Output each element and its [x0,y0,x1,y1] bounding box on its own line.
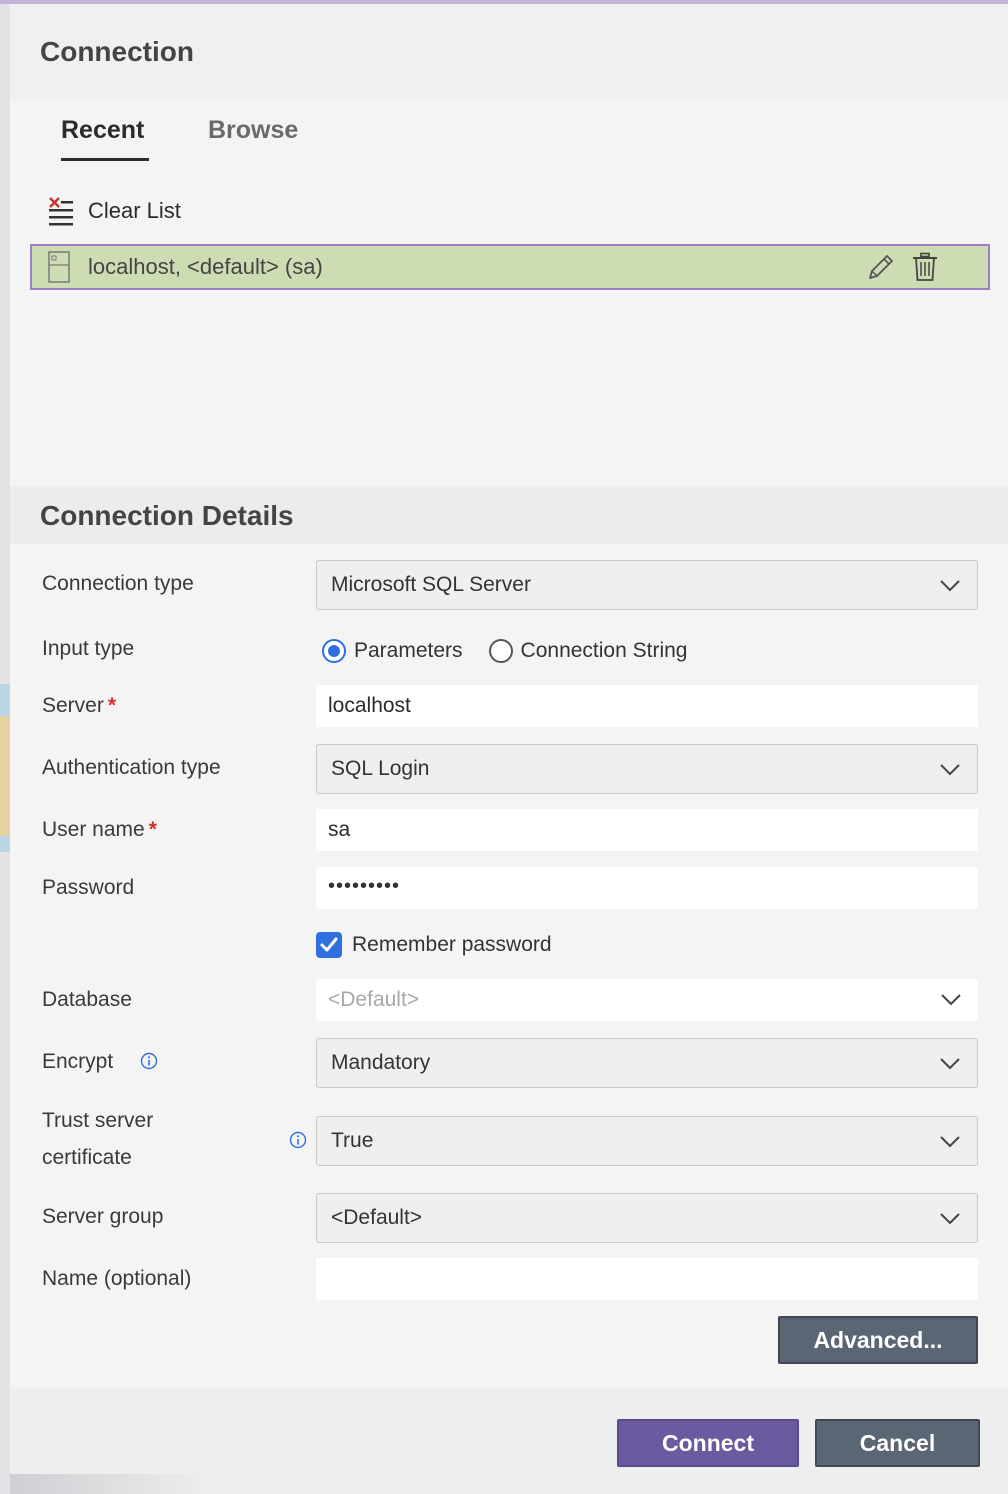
user-name-label-text: User name [42,818,145,841]
input-type-label: Input type [42,637,135,660]
edit-icon[interactable] [866,252,896,282]
radio-parameters[interactable]: Parameters [322,639,463,663]
encrypt-value: Mandatory [331,1051,431,1074]
password-masked-value: ••••••••• [328,875,401,897]
clear-list-label: Clear List [88,198,181,223]
checkmark-icon [320,937,338,952]
connection-type-label: Connection type [42,572,194,595]
info-icon[interactable] [289,1131,307,1149]
server-group-value: <Default> [331,1206,423,1229]
advanced-button[interactable]: Advanced... [778,1316,978,1364]
tab-recent[interactable]: Recent [61,116,144,145]
server-group-select[interactable]: <Default> [316,1193,978,1243]
name-optional-input[interactable] [316,1258,978,1300]
database-combobox[interactable]: <Default> [316,979,978,1021]
info-icon[interactable] [140,1052,158,1070]
chevron-down-icon [940,1058,960,1070]
recent-connection-label: localhost, <default> (sa) [88,254,323,279]
background-decoration [0,716,10,836]
radio-connection-string[interactable]: Connection String [488,639,688,663]
user-name-value: sa [328,818,351,841]
database-placeholder: <Default> [328,988,420,1011]
recent-item-actions [866,252,938,282]
input-type-radio-group: Parameters Connection String [322,636,687,666]
chevron-down-icon [940,1136,960,1148]
tab-browse[interactable]: Browse [208,116,298,145]
trust-server-certificate-select[interactable]: True [316,1116,978,1166]
remember-password-label: Remember password [352,933,552,956]
background-decoration [0,836,10,852]
chevron-down-icon [940,580,960,592]
server-label-text: Server [42,694,104,717]
footer-shade [10,1474,210,1494]
checkbox-checked [316,932,342,958]
clear-list-button[interactable]: Clear List [48,194,181,228]
connect-button[interactable]: Connect [617,1419,799,1467]
encrypt-label: Encrypt [42,1050,114,1073]
trust-server-certificate-value: True [331,1129,374,1152]
chevron-down-icon [940,764,960,776]
clear-list-icon [49,197,73,226]
database-label: Database [42,988,132,1011]
trust-server-certificate-label-line2: certificate [42,1146,132,1169]
server-input[interactable]: localhost [316,685,978,727]
dialog-title: Connection [40,36,194,67]
authentication-type-label: Authentication type [42,756,221,779]
password-label: Password [42,876,135,899]
connection-details-title: Connection Details [40,500,294,531]
cancel-button[interactable]: Cancel [815,1419,980,1467]
radio-circle [488,639,513,663]
radio-circle [322,639,346,663]
active-tab-indicator [61,158,149,161]
connection-dialog: Connection Recent Browse Clear List loca… [10,4,1008,1494]
background-decoration [0,684,10,716]
radio-parameters-label: Parameters [354,639,463,662]
user-name-label: User name * [42,818,157,842]
server-label: Server * [42,694,116,718]
radio-connection-string-label: Connection String [520,639,688,662]
authentication-type-value: SQL Login [331,757,430,780]
server-group-label: Server group [42,1205,164,1228]
required-marker: * [107,694,117,717]
server-icon [48,251,70,283]
authentication-type-select[interactable]: SQL Login [316,744,978,794]
password-input[interactable]: ••••••••• [316,867,978,909]
connection-type-value: Microsoft SQL Server [331,573,531,596]
server-value: localhost [328,694,411,717]
remember-password-checkbox[interactable]: Remember password [316,932,552,958]
recent-connection-item[interactable]: localhost, <default> (sa) [30,244,990,290]
user-name-input[interactable]: sa [316,809,978,851]
name-optional-label: Name (optional) [42,1267,192,1290]
trust-server-certificate-label-line1: Trust server [42,1109,154,1132]
required-marker: * [148,818,157,841]
encrypt-select[interactable]: Mandatory [316,1038,978,1088]
delete-icon[interactable] [912,252,938,282]
background-window-edge [0,4,10,1494]
chevron-down-icon[interactable] [940,993,962,1007]
connection-type-select[interactable]: Microsoft SQL Server [316,560,978,610]
chevron-down-icon [940,1213,960,1225]
